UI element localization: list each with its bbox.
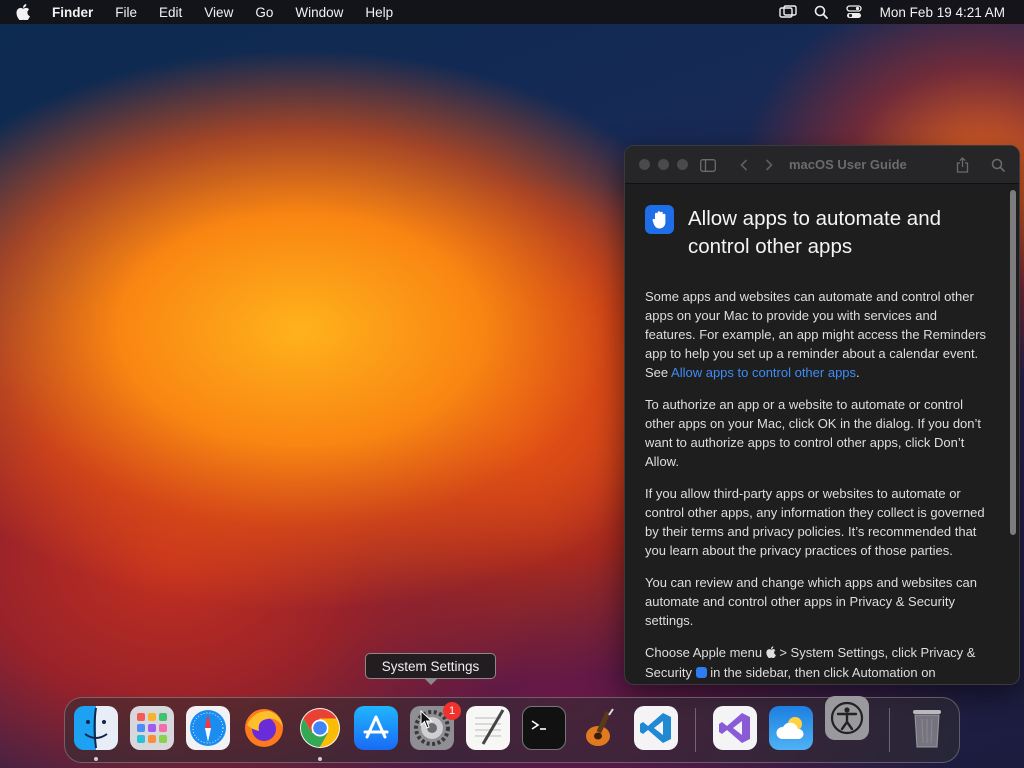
finder-running-indicator	[94, 757, 98, 761]
terminal-icon[interactable]	[522, 706, 566, 750]
launchpad-icon[interactable]	[130, 706, 174, 750]
safari-icon[interactable]	[186, 706, 230, 750]
dock-tooltip-arrow	[424, 678, 438, 685]
forward-chevron-icon[interactable]	[761, 157, 777, 173]
weather-icon[interactable]	[769, 706, 813, 750]
dock: 1	[64, 696, 960, 763]
visual-studio-icon[interactable]	[713, 706, 757, 750]
apple-logo-icon	[766, 644, 776, 663]
window-titlebar[interactable]: macOS User Guide	[625, 146, 1019, 184]
raised-hand-icon	[645, 205, 674, 234]
window-controls	[639, 159, 696, 170]
mouse-pointer-icon	[420, 710, 433, 729]
article-paragraph: You can review and change which apps and…	[645, 575, 977, 628]
menu-file[interactable]: File	[115, 5, 137, 20]
finder-icon[interactable]	[74, 706, 118, 750]
share-icon[interactable]	[954, 157, 970, 173]
window-title: macOS User Guide	[789, 157, 907, 172]
article-paragraph: If you allow third-party apps or website…	[645, 486, 985, 558]
menu-app-name[interactable]: Finder	[52, 5, 93, 20]
article-heading: Allow apps to automate and control other…	[645, 205, 1007, 261]
menu-go[interactable]: Go	[255, 5, 273, 20]
article-paragraph: To authorize an app or a website to auto…	[645, 397, 982, 469]
chrome-icon[interactable]	[298, 706, 342, 750]
help-article: Allow apps to automate and control other…	[625, 185, 1007, 684]
dock-separator	[889, 708, 890, 752]
garageband-icon[interactable]	[578, 706, 622, 750]
scrollbar-thumb[interactable]	[1010, 190, 1016, 535]
privacy-shield-icon	[695, 667, 707, 678]
spotlight-search-icon[interactable]	[812, 3, 830, 21]
sidebar-toggle-icon[interactable]	[700, 157, 716, 173]
menu-help[interactable]: Help	[365, 5, 393, 20]
paragraph-text: in the sidebar, then click Automation on	[706, 665, 936, 680]
minimize-button[interactable]	[658, 159, 669, 170]
dock-tooltip: System Settings	[365, 653, 496, 679]
search-icon[interactable]	[990, 157, 1006, 173]
vertical-scrollbar[interactable]	[1009, 188, 1017, 680]
article-paragraph: Choose Apple menu > System Settings, cli…	[645, 643, 990, 682]
menu-view[interactable]: View	[204, 5, 233, 20]
zoom-button[interactable]	[677, 159, 688, 170]
control-center-icon[interactable]	[845, 3, 863, 21]
article-paragraph: Some apps and websites can automate and …	[645, 287, 990, 382]
chrome-running-indicator	[318, 757, 322, 761]
menu-edit[interactable]: Edit	[159, 5, 182, 20]
apple-menu-icon[interactable]	[16, 4, 36, 20]
user-guide-window: macOS User Guide Allow apps to automate …	[624, 145, 1020, 685]
paragraph-text: Choose Apple menu	[645, 645, 766, 660]
system-settings-badge: 1	[443, 702, 461, 720]
article-title: Allow apps to automate and control other…	[688, 207, 941, 258]
vscode-icon[interactable]	[634, 706, 678, 750]
menu-window[interactable]: Window	[295, 5, 343, 20]
textedit-icon[interactable]	[466, 706, 510, 750]
back-chevron-icon[interactable]	[736, 157, 752, 173]
dock-separator	[695, 708, 696, 752]
app-store-icon[interactable]	[354, 706, 398, 750]
allow-apps-link[interactable]: Allow apps to control other apps	[671, 365, 856, 380]
accessibility-icon[interactable]	[825, 696, 869, 740]
close-button[interactable]	[639, 159, 650, 170]
screen-mirroring-icon[interactable]	[778, 3, 797, 21]
firefox-icon[interactable]	[242, 706, 286, 750]
menu-bar: Finder File Edit View Go Window Help Mon…	[0, 0, 1024, 24]
paragraph-text: .	[856, 365, 860, 380]
menu-bar-clock[interactable]: Mon Feb 19 4:21 AM	[880, 5, 1005, 20]
trash-icon[interactable]	[905, 706, 949, 750]
